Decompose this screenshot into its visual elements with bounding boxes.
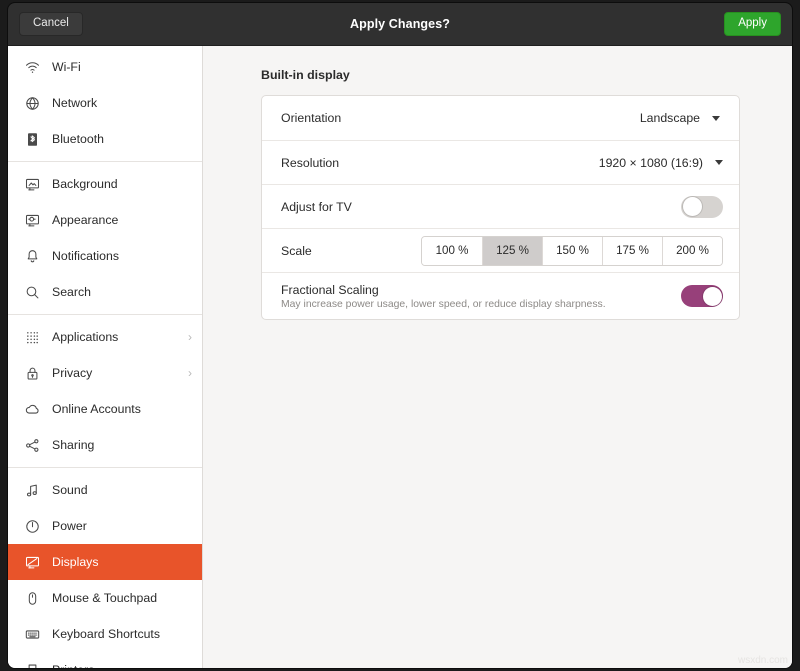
adjust-for-tv-row: Adjust for TV <box>262 184 739 228</box>
apply-button[interactable]: Apply <box>724 12 781 37</box>
orientation-value: Landscape <box>640 111 700 125</box>
sidebar-item-label: Keyboard Shortcuts <box>52 627 160 641</box>
chevron-right-icon: › <box>188 367 192 379</box>
cancel-button[interactable]: Cancel <box>19 12 83 37</box>
scale-option-200[interactable]: 200 % <box>662 237 722 265</box>
sharing-icon <box>22 438 42 453</box>
sidebar-item-sharing[interactable]: Sharing <box>8 427 202 463</box>
sidebar-item-label: Applications <box>52 330 118 344</box>
printer-icon <box>22 663 42 669</box>
adjust-for-tv-toggle[interactable] <box>681 196 723 218</box>
sidebar-item-label: Sound <box>52 483 88 497</box>
sidebar-item-wi-fi[interactable]: Wi-Fi <box>8 49 202 85</box>
sidebar-item-sound[interactable]: Sound <box>8 472 202 508</box>
notifications-bell-icon <box>22 249 42 264</box>
sidebar-item-label: Sharing <box>52 438 94 452</box>
privacy-lock-icon <box>22 366 42 381</box>
resolution-value: 1920 × 1080 (16:9) <box>599 156 703 170</box>
resolution-label: Resolution <box>281 156 339 170</box>
sidebar-item-background[interactable]: Background <box>8 166 202 202</box>
titlebar: Cancel Apply Changes? Apply <box>8 3 792 46</box>
fractional-scaling-description: May increase power usage, lower speed, o… <box>281 299 606 310</box>
sidebar-item-search[interactable]: Search <box>8 274 202 310</box>
sidebar-item-label: Wi-Fi <box>52 60 81 74</box>
displays-icon <box>22 555 42 570</box>
fractional-scaling-toggle[interactable] <box>681 285 723 307</box>
sidebar-item-label: Online Accounts <box>52 402 141 416</box>
sidebar-item-label: Privacy <box>52 366 92 380</box>
wifi-icon <box>22 60 42 75</box>
sidebar-separator <box>8 467 202 468</box>
sidebar-item-notifications[interactable]: Notifications <box>8 238 202 274</box>
sidebar-item-label: Mouse & Touchpad <box>52 591 157 605</box>
scale-option-150[interactable]: 150 % <box>542 237 602 265</box>
sidebar-item-keyboard-shortcuts[interactable]: Keyboard Shortcuts <box>8 616 202 652</box>
sidebar-separator <box>8 314 202 315</box>
appearance-icon <box>22 213 42 228</box>
chevron-down-icon[interactable] <box>712 116 720 121</box>
scale-segmented-control[interactable]: 100 %125 %150 %175 %200 % <box>421 236 723 266</box>
watermark: wsxdn.com <box>738 655 788 666</box>
sidebar-item-label: Displays <box>52 555 98 569</box>
window-body: Wi-Fi Network Bluetooth Background Appearanc… <box>8 46 792 668</box>
bluetooth-icon <box>22 132 42 147</box>
adjust-for-tv-label: Adjust for TV <box>281 200 352 214</box>
resolution-row[interactable]: Resolution 1920 × 1080 (16:9) <box>262 140 739 184</box>
mouse-icon <box>22 591 42 606</box>
orientation-row[interactable]: Orientation Landscape <box>262 96 739 140</box>
scale-option-175[interactable]: 175 % <box>602 237 662 265</box>
section-title: Built-in display <box>261 68 740 82</box>
sidebar-item-privacy[interactable]: Privacy › <box>8 355 202 391</box>
sidebar-item-power[interactable]: Power <box>8 508 202 544</box>
applications-grid-icon <box>22 330 42 345</box>
toggle-knob <box>703 287 722 306</box>
scale-label: Scale <box>281 244 312 258</box>
sidebar-item-printers[interactable]: Printers <box>8 652 202 668</box>
toggle-knob <box>683 197 702 216</box>
scale-option-100[interactable]: 100 % <box>422 237 482 265</box>
sidebar-item-online-accounts[interactable]: Online Accounts <box>8 391 202 427</box>
orientation-label: Orientation <box>281 111 341 125</box>
sidebar-item-label: Appearance <box>52 213 118 227</box>
sidebar-item-label: Power <box>52 519 87 533</box>
sidebar-separator <box>8 161 202 162</box>
sidebar-item-label: Search <box>52 285 91 299</box>
sidebar: Wi-Fi Network Bluetooth Background Appearanc… <box>8 46 203 668</box>
power-icon <box>22 519 42 534</box>
background-icon <box>22 177 42 192</box>
chevron-right-icon: › <box>188 331 192 343</box>
sidebar-item-label: Bluetooth <box>52 132 104 146</box>
keyboard-icon <box>22 627 42 642</box>
sidebar-item-label: Printers <box>52 663 94 668</box>
sidebar-item-applications[interactable]: Applications › <box>8 319 202 355</box>
sidebar-item-label: Network <box>52 96 97 110</box>
sidebar-item-label: Notifications <box>52 249 119 263</box>
sidebar-item-displays[interactable]: Displays <box>8 544 202 580</box>
sidebar-item-bluetooth[interactable]: Bluetooth <box>8 121 202 157</box>
scale-row: Scale 100 %125 %150 %175 %200 % <box>262 228 739 272</box>
sidebar-item-network[interactable]: Network <box>8 85 202 121</box>
chevron-down-icon[interactable] <box>715 160 723 165</box>
scale-option-125[interactable]: 125 % <box>482 237 542 265</box>
network-globe-icon <box>22 96 42 111</box>
main-panel: Built-in display Orientation Landscape R… <box>203 46 792 668</box>
sound-note-icon <box>22 483 42 498</box>
search-icon <box>22 285 42 300</box>
sidebar-item-appearance[interactable]: Appearance <box>8 202 202 238</box>
settings-window: Cancel Apply Changes? Apply Wi-Fi Network… <box>8 3 792 668</box>
sidebar-item-label: Background <box>52 177 118 191</box>
display-settings-card: Orientation Landscape Resolution 1920 × … <box>261 95 740 320</box>
window-title: Apply Changes? <box>8 17 792 31</box>
sidebar-item-mouse-touchpad[interactable]: Mouse & Touchpad <box>8 580 202 616</box>
fractional-scaling-label: Fractional Scaling <box>281 283 606 297</box>
online-accounts-cloud-icon <box>22 402 42 417</box>
fractional-scaling-row: Fractional Scaling May increase power us… <box>262 272 739 319</box>
